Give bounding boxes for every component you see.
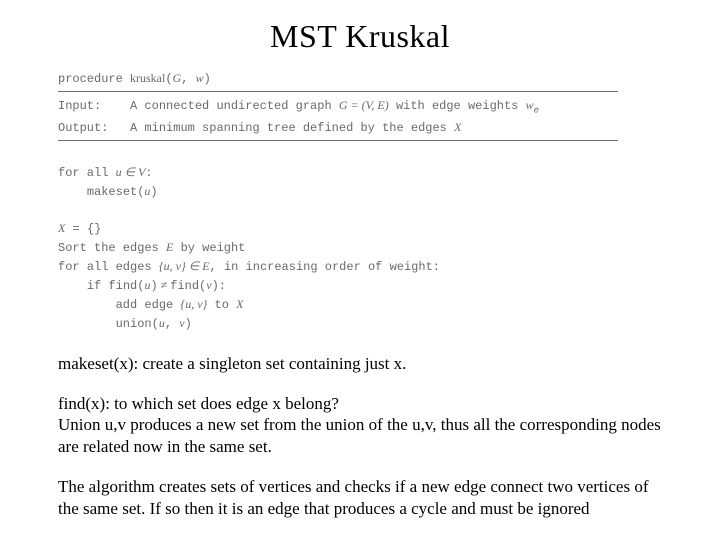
sort-text-b: by weight: [173, 241, 245, 255]
add-edge-X: X: [236, 297, 243, 311]
find-v-b: ): [212, 279, 219, 293]
find-u-a: find(: [108, 279, 144, 293]
para-union: Union u,v produces a new set from the un…: [58, 414, 662, 458]
explanation-block: makeset(x): create a singleton set conta…: [58, 353, 662, 520]
if-kw: if: [87, 279, 109, 293]
page-title: MST Kruskal: [58, 18, 662, 55]
if-colon: :: [219, 279, 226, 293]
para-makeset: makeset(x): create a singleton set conta…: [58, 353, 662, 375]
proc-arg-G: G: [173, 71, 182, 85]
para-find: find(x): to which set does edge x belong…: [58, 393, 662, 415]
input-we-sub: e: [534, 105, 539, 115]
output-text: A minimum spanning tree defined by the e…: [130, 121, 454, 135]
forall-1-expr: u ∈ V: [116, 165, 146, 179]
forall-2-kw: for all edges: [58, 260, 159, 274]
x-init-eq: = {}: [65, 222, 101, 236]
forall-2-set: {u, v} ∈ E: [159, 259, 210, 273]
input-graph: G = (V, E): [339, 98, 389, 112]
output-X: X: [454, 120, 461, 134]
add-edge-b: to: [207, 298, 236, 312]
proc-arg-w: w: [196, 71, 204, 85]
sort-text-a: Sort the edges: [58, 241, 166, 255]
proc-close: ): [204, 72, 211, 86]
forall-2-rest: , in increasing order of weight:: [210, 260, 440, 274]
rule-2: [58, 140, 618, 141]
para-algorithm: The algorithm creates sets of vertices a…: [58, 476, 662, 520]
union-a: union(: [116, 317, 159, 331]
forall-1-kw: for all: [58, 166, 116, 180]
input-we: w: [526, 98, 534, 112]
add-edge-set: {u, v}: [180, 297, 207, 311]
input-text-1: A connected undirected graph: [130, 99, 339, 113]
proc-name: kruskal: [130, 71, 165, 85]
proc-sep: ,: [181, 72, 195, 86]
input-label: Input:: [58, 99, 101, 113]
makeset-call-a: makeset(: [87, 185, 145, 199]
makeset-call-b: ): [150, 185, 157, 199]
union-sep: ,: [165, 317, 179, 331]
output-label: Output:: [58, 121, 108, 135]
forall-1-colon: :: [145, 166, 152, 180]
rule-1: [58, 91, 618, 92]
find-u-b: ): [150, 279, 157, 293]
add-edge-a: add edge: [116, 298, 181, 312]
neq: ≠: [158, 278, 171, 292]
pseudocode-block: procedure kruskal(G, w) Input: A connect…: [58, 69, 662, 333]
slide: MST Kruskal procedure kruskal(G, w) Inpu…: [0, 0, 720, 540]
find-v-a: find(: [170, 279, 206, 293]
proc-keyword: procedure: [58, 72, 130, 86]
union-b: ): [185, 317, 192, 331]
proc-open: (: [165, 72, 172, 86]
input-text-2: with edge weights: [389, 99, 526, 113]
